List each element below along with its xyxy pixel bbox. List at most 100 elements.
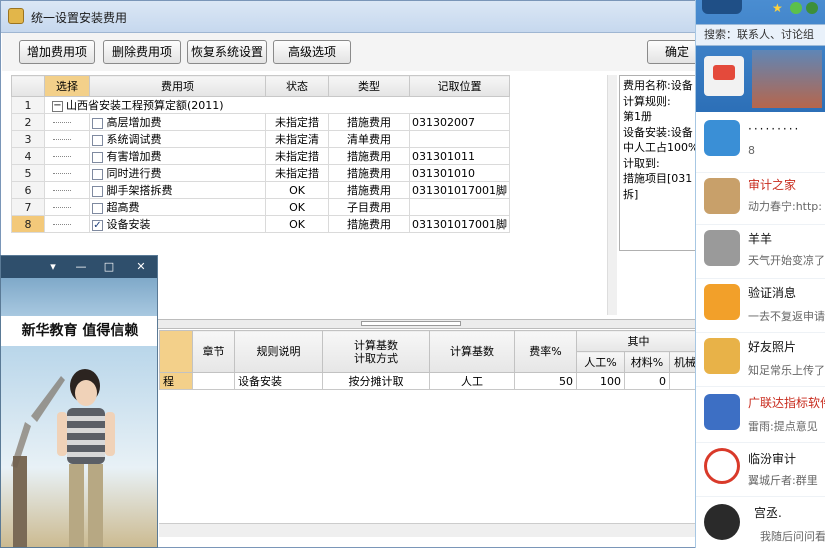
- info-line: 第1册: [623, 110, 652, 123]
- first-cell: 程: [159, 372, 193, 390]
- column-header-type[interactable]: 类型: [328, 75, 410, 97]
- location-cell[interactable]: 031302007: [409, 113, 510, 131]
- column-header-status[interactable]: 状态: [265, 75, 329, 97]
- status-cell: OK: [265, 215, 329, 233]
- column-header-rate[interactable]: 费率%: [514, 330, 577, 373]
- status-cell: 未指定清: [265, 130, 329, 148]
- tree-root-row[interactable]: 1 − 山西省安装工程预算定额(2011): [11, 96, 510, 114]
- type-cell[interactable]: 措施费用: [328, 147, 410, 165]
- material-cell[interactable]: 0: [624, 372, 670, 390]
- location-cell[interactable]: [409, 130, 510, 148]
- table-row[interactable]: 程 设备安装 按分摊计取 人工 50 100 0: [159, 372, 702, 390]
- column-header-method[interactable]: 计算基数 计取方式: [322, 330, 430, 373]
- row-checkbox[interactable]: [92, 134, 103, 146]
- method-header-line-2: 计取方式: [354, 351, 398, 365]
- contact-group-image[interactable]: [752, 50, 822, 108]
- title-bar[interactable]: 统一设置安装费用: [1, 1, 701, 33]
- column-header-material[interactable]: 材料%: [624, 351, 670, 373]
- method-cell[interactable]: 按分摊计取: [322, 372, 430, 390]
- location-cell[interactable]: [409, 198, 510, 216]
- column-header-rownum: [11, 75, 45, 97]
- contact-item[interactable]: 好友照片 知足常乐上传了: [696, 332, 825, 386]
- type-cell[interactable]: 子目费用: [328, 198, 410, 216]
- message-box-icon[interactable]: [704, 56, 744, 96]
- restore-system-settings-button[interactable]: 恢复系统设置: [187, 40, 267, 64]
- table-row[interactable]: 4 有害增加费 未指定措 措施费用 031301011: [11, 147, 510, 165]
- contact-name: 广联达指标软件: [748, 396, 825, 410]
- type-cell[interactable]: 措施费用: [328, 215, 410, 233]
- type-cell[interactable]: 措施费用: [328, 113, 410, 131]
- row-checkbox[interactable]: [92, 117, 103, 129]
- location-cell[interactable]: 031301017001脚: [409, 181, 510, 199]
- column-header-fee-item[interactable]: 费用项: [89, 75, 266, 97]
- rule-cell[interactable]: 设备安装: [234, 372, 323, 390]
- base-cell[interactable]: 人工: [429, 372, 515, 390]
- contact-item[interactable]: ········· 8: [696, 112, 825, 172]
- rule-table-header: 章节 规则说明 计算基数 计取方式 计算基数 费率% 其中: [159, 330, 702, 373]
- fee-item-name: 超高费: [106, 201, 140, 214]
- column-header-labor[interactable]: 人工%: [576, 351, 625, 373]
- contact-item[interactable]: 宫丞. 我随后问问看: [696, 496, 825, 548]
- delete-fee-item-button[interactable]: 删除费用项: [103, 40, 181, 64]
- table-row[interactable]: 5 同时进行费 未指定措 措施费用 031301010: [11, 164, 510, 182]
- location-cell[interactable]: 031301011: [409, 147, 510, 165]
- row-checkbox[interactable]: [92, 185, 103, 197]
- contact-item[interactable]: 临汾审计 翼城斤者:群里: [696, 442, 825, 496]
- column-header-chapter[interactable]: 章节: [192, 330, 235, 373]
- tree-connector: [53, 139, 71, 140]
- im-header: ★: [696, 0, 825, 112]
- status-cell: OK: [265, 198, 329, 216]
- type-cell[interactable]: 措施费用: [328, 181, 410, 199]
- row-checkbox-checked[interactable]: ✓: [92, 219, 103, 231]
- labor-cell[interactable]: 100: [576, 372, 625, 390]
- contact-item[interactable]: 验证消息 一去不复返申请: [696, 278, 825, 332]
- column-header-location[interactable]: 记取位置: [409, 75, 510, 97]
- row-checkbox[interactable]: [92, 168, 103, 180]
- type-cell[interactable]: 清单费用: [328, 130, 410, 148]
- menu-dropdown-icon[interactable]: ▾: [45, 259, 61, 275]
- contact-search-input[interactable]: 搜索：联系人、讨论组: [696, 24, 825, 46]
- location-cell[interactable]: 031301017001脚: [409, 215, 510, 233]
- row-checkbox[interactable]: [92, 202, 103, 214]
- table-row[interactable]: 6 脚手架搭拆费 OK 措施费用 031301017001脚: [11, 181, 510, 199]
- contact-item[interactable]: 羊羊 天气开始变凉了: [696, 224, 825, 278]
- star-icon[interactable]: ★: [772, 2, 784, 14]
- contact-item[interactable]: 广联达指标软件 雷雨:提点意见: [696, 386, 825, 442]
- rate-cell[interactable]: 50: [514, 372, 577, 390]
- row-number: 5: [11, 164, 45, 182]
- collapse-icon[interactable]: −: [52, 100, 63, 112]
- info-line: 计取到:: [623, 156, 660, 170]
- profile-avatar[interactable]: [702, 0, 742, 14]
- table-row-selected[interactable]: 8 ✓ 设备安装 OK 措施费用 031301017001脚: [11, 215, 510, 233]
- app-center-icon[interactable]: [806, 2, 818, 14]
- location-cell[interactable]: 031301010: [409, 164, 510, 182]
- horizontal-scrollbar[interactable]: [159, 523, 700, 537]
- ad-popup-window[interactable]: ▾ — □ ✕ 新华教育 值得信赖: [0, 255, 158, 548]
- table-row[interactable]: 3 系统调试费 未指定清 清单费用: [11, 130, 510, 148]
- add-fee-item-button[interactable]: 增加费用项: [19, 40, 95, 64]
- maximize-icon[interactable]: □: [101, 259, 117, 275]
- chapter-cell[interactable]: [192, 372, 235, 390]
- ad-image[interactable]: [1, 346, 157, 547]
- column-header-base[interactable]: 计算基数: [429, 330, 515, 373]
- splitter-grip[interactable]: [361, 321, 461, 326]
- status-icon[interactable]: [790, 2, 802, 14]
- software-logo-icon: [704, 394, 740, 430]
- ad-banner-text[interactable]: 新华教育 值得信赖: [1, 316, 157, 346]
- column-header-select[interactable]: 选择: [44, 75, 90, 97]
- ad-popup-titlebar[interactable]: ▾ — □ ✕: [1, 256, 157, 278]
- row-checkbox[interactable]: [92, 151, 103, 163]
- column-header-rule[interactable]: 规则说明: [234, 330, 323, 373]
- table-row[interactable]: 2 高层增加费 未指定措 措施费用 031302007: [11, 113, 510, 131]
- info-line: 费用名称:设备: [623, 79, 693, 92]
- close-icon[interactable]: ✕: [133, 259, 149, 275]
- contact-message: 雷雨:提点意见: [748, 420, 818, 433]
- tree-connector: [53, 122, 71, 123]
- minimize-icon[interactable]: —: [73, 259, 89, 275]
- table-row[interactable]: 7 超高费 OK 子目费用: [11, 198, 510, 216]
- contact-item[interactable]: 审计之家 动力春宁:http:: [696, 172, 825, 226]
- advanced-options-button[interactable]: 高级选项: [273, 40, 351, 64]
- type-cell[interactable]: 措施费用: [328, 164, 410, 182]
- vertical-scrollbar[interactable]: [607, 75, 617, 315]
- row-number: 1: [11, 96, 45, 114]
